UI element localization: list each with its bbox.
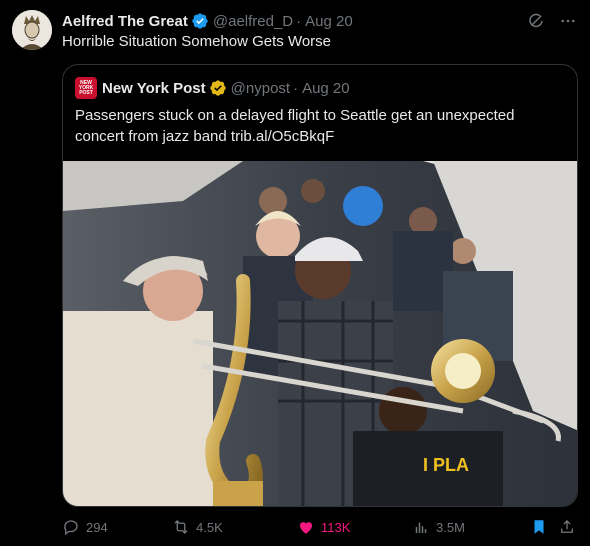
repost-button[interactable]: 4.5K (172, 516, 223, 538)
repost-count: 4.5K (196, 519, 223, 535)
views-icon (415, 522, 427, 533)
bookmark-button[interactable] (530, 516, 548, 538)
author-name[interactable]: Aelfred The Great (62, 13, 188, 30)
tweet-header: Aelfred The Great @aelfred_D · Aug 20 (62, 11, 578, 31)
quote-date[interactable]: Aug 20 (302, 80, 350, 97)
quote-author-name[interactable]: New York Post (102, 80, 206, 97)
tweet-date[interactable]: Aug 20 (305, 13, 353, 30)
like-icon (300, 522, 312, 534)
quoted-tweet[interactable]: NEW YORK POST New York Post @nypost · Au… (62, 64, 578, 507)
quote-text: Passengers stuck on a delayed flight to … (75, 107, 515, 145)
author-avatar[interactable] (12, 10, 52, 50)
more-icon[interactable] (558, 11, 578, 31)
share-icon (561, 520, 573, 533)
like-button[interactable]: 113K (297, 516, 350, 538)
views-button[interactable]: 3.5M (412, 516, 465, 538)
bookmark-icon (534, 520, 544, 534)
views-count: 3.5M (436, 519, 465, 535)
tweet[interactable]: Aelfred The Great @aelfred_D · Aug 20 Ho… (0, 0, 590, 546)
verified-badge-icon[interactable] (209, 79, 227, 97)
grok-icon[interactable] (526, 11, 546, 31)
header-separator: · (296, 12, 302, 30)
reply-count: 294 (86, 519, 108, 535)
quote-header-separator: · (293, 79, 299, 97)
reply-icon (64, 520, 78, 536)
repost-icon (174, 520, 188, 534)
verified-badge-icon[interactable] (191, 12, 209, 30)
video-media[interactable]: I PLA (63, 161, 577, 506)
tweet-text: Horrible Situation Somehow Gets Worse (62, 33, 332, 50)
author-handle[interactable]: @aelfred_D (213, 13, 293, 30)
share-button[interactable] (558, 516, 576, 538)
quote-author-handle[interactable]: @nypost (231, 80, 290, 97)
quote-author-avatar[interactable]: NEW YORK POST (75, 77, 97, 99)
reply-button[interactable]: 294 (62, 516, 108, 538)
like-count: 113K (321, 519, 351, 535)
svg-text:I PLA: I PLA (423, 455, 469, 475)
quote-header: NEW YORK POST New York Post @nypost · Au… (75, 77, 350, 99)
action-bar: 294 4.5K 113K 3.5M (62, 516, 578, 538)
